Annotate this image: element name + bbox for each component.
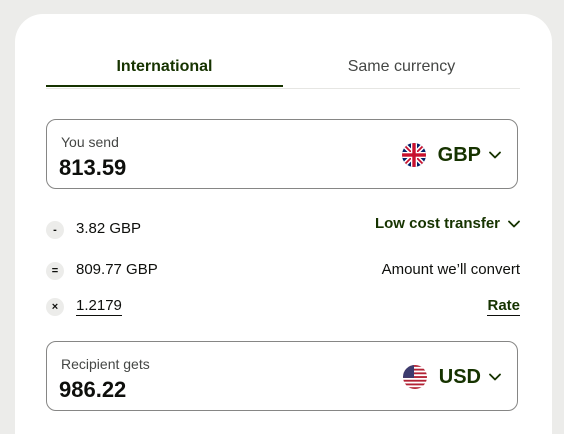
receive-amount-field: Recipient gets 986.22 USD (46, 341, 518, 411)
uk-flag-icon (401, 143, 426, 167)
tab-international[interactable]: International (46, 58, 283, 76)
send-currency-code: GBP (437, 143, 481, 166)
receive-amount-input[interactable]: 986.22 (59, 377, 126, 403)
convert-label: Amount we’ll convert (381, 261, 520, 278)
send-label: You send (61, 134, 119, 150)
send-amount-field: You send 813.59 GBP (46, 119, 518, 189)
rate-link[interactable]: Rate (487, 297, 520, 316)
fee-option-label: Low cost transfer (374, 215, 500, 232)
us-flag-icon (402, 365, 427, 389)
multiply-icon: × (46, 298, 64, 316)
equals-icon: = (46, 262, 64, 280)
chevron-down-icon (508, 220, 520, 227)
tab-same-currency[interactable]: Same currency (283, 58, 520, 76)
convert-amount: 809.77 GBP (76, 261, 158, 278)
rate-value-link[interactable]: 1.2179 (76, 297, 122, 316)
convert-row: = 809.77 GBP Amount we’ll convert (46, 259, 520, 283)
fee-option-dropdown[interactable]: Low cost transfer (375, 215, 520, 232)
receive-currency-selector[interactable]: USD (402, 364, 501, 390)
transfer-calculator-card: International Same currency You send 813… (15, 14, 552, 434)
active-tab-indicator (46, 85, 283, 87)
send-currency-selector[interactable]: GBP (401, 142, 501, 168)
fee-amount: 3.82 GBP (76, 220, 142, 237)
send-amount-input[interactable]: 813.59 (59, 155, 126, 181)
chevron-down-icon (489, 151, 501, 159)
currency-tabs: International Same currency (46, 14, 520, 89)
fee-row: - 3.82 GBP Low cost transfer (46, 215, 520, 242)
receive-currency-code: USD (438, 365, 481, 388)
rate-row: × 1.2179 Rate (46, 295, 520, 319)
receive-label: Recipient gets (61, 356, 150, 372)
chevron-down-icon (489, 373, 501, 381)
minus-icon: - (46, 221, 64, 239)
